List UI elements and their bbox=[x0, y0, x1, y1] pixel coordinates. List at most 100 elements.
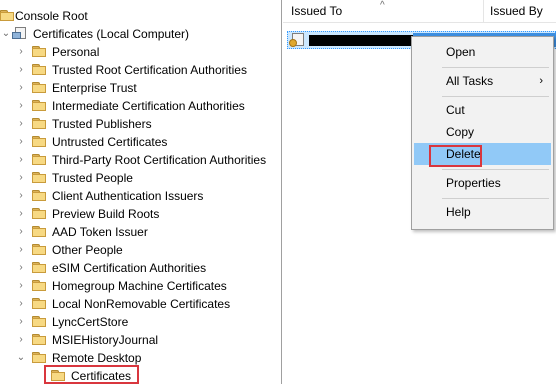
folder-icon bbox=[32, 172, 46, 183]
chevron-right-icon[interactable]: › bbox=[16, 280, 26, 292]
menu-item-open[interactable]: Open bbox=[414, 41, 551, 63]
column-issued-to[interactable]: Issued To bbox=[291, 3, 342, 19]
tree-item-label: Console Root bbox=[15, 9, 88, 23]
chevron-right-icon[interactable]: › bbox=[16, 298, 26, 310]
menu-item-properties[interactable]: Properties bbox=[414, 172, 551, 194]
chevron-right-icon[interactable]: › bbox=[16, 172, 26, 184]
menu-separator bbox=[442, 96, 549, 97]
column-issued-by[interactable]: Issued By bbox=[490, 3, 543, 19]
chevron-right-icon[interactable]: › bbox=[16, 190, 26, 202]
folder-icon bbox=[32, 280, 46, 291]
tree-item-label: AAD Token Issuer bbox=[52, 225, 148, 239]
chevron-right-icon[interactable]: › bbox=[16, 154, 26, 166]
tree-item-label: Trusted People bbox=[52, 171, 133, 185]
tree-item-store[interactable]: › Trusted People bbox=[0, 169, 281, 187]
chevron-right-icon[interactable]: › bbox=[16, 316, 26, 328]
menu-item-cut[interactable]: Cut bbox=[414, 99, 551, 121]
tree-item-label: Enterprise Trust bbox=[52, 81, 137, 95]
tree-item-store[interactable]: › LyncCertStore bbox=[0, 313, 281, 331]
chevron-right-icon[interactable]: › bbox=[16, 64, 26, 76]
folder-icon bbox=[32, 226, 46, 237]
folder-icon bbox=[32, 316, 46, 327]
selection-highlight-box bbox=[44, 365, 139, 384]
menu-item-help[interactable]: Help bbox=[414, 201, 551, 223]
column-divider[interactable] bbox=[483, 0, 484, 22]
folder-icon bbox=[32, 118, 46, 129]
tree-item-store[interactable]: › Intermediate Certification Authorities bbox=[0, 97, 281, 115]
tree-item-store[interactable]: › MSIEHistoryJournal bbox=[0, 331, 281, 349]
redacted-text bbox=[309, 35, 413, 46]
folder-icon bbox=[32, 136, 46, 147]
chevron-right-icon[interactable]: › bbox=[16, 136, 26, 148]
tree-item-label: Preview Build Roots bbox=[52, 207, 160, 221]
column-header-bar: ^ Issued To Issued By bbox=[283, 0, 556, 23]
menu-separator bbox=[442, 169, 549, 170]
tree-item-console-root[interactable]: Console Root bbox=[0, 7, 281, 25]
tree-item-label: Third-Party Root Certification Authoriti… bbox=[52, 153, 267, 167]
menu-item-copy[interactable]: Copy bbox=[414, 121, 551, 143]
menu-item-label: Properties bbox=[446, 176, 501, 190]
folder-icon bbox=[32, 244, 46, 255]
certificate-icon bbox=[289, 33, 305, 47]
menu-item-label: All Tasks bbox=[446, 74, 494, 88]
chevron-right-icon[interactable]: › bbox=[16, 82, 26, 94]
tree-item-store[interactable]: › Enterprise Trust bbox=[0, 79, 281, 97]
chevron-right-icon[interactable]: › bbox=[16, 118, 26, 130]
tree-item-store[interactable]: › Personal bbox=[0, 43, 281, 61]
folder-icon bbox=[32, 352, 46, 363]
folder-icon bbox=[0, 10, 14, 21]
certificate-store-icon bbox=[12, 27, 27, 40]
folder-icon bbox=[32, 262, 46, 273]
chevron-down-icon[interactable]: ⌄ bbox=[16, 352, 26, 364]
menu-item-all-tasks[interactable]: All Tasks › bbox=[414, 70, 551, 92]
tree-item-store[interactable]: › Preview Build Roots bbox=[0, 205, 281, 223]
tree-item-store[interactable]: › Other People bbox=[0, 241, 281, 259]
tree-item-store[interactable]: › AAD Token Issuer bbox=[0, 223, 281, 241]
tree-item-store[interactable]: › Trusted Publishers bbox=[0, 115, 281, 133]
menu-separator bbox=[442, 198, 549, 199]
console-tree[interactable]: Console Root ⌄ Certificates (Local Compu… bbox=[0, 0, 282, 384]
tree-item-store[interactable]: › Local NonRemovable Certificates bbox=[0, 295, 281, 313]
tree-item-store[interactable]: ⌄ Remote Desktop bbox=[0, 349, 281, 367]
tree-item-label: Certificates (Local Computer) bbox=[33, 27, 190, 41]
folder-icon bbox=[32, 208, 46, 219]
chevron-right-icon: › bbox=[539, 75, 543, 87]
folder-icon bbox=[32, 334, 46, 345]
chevron-right-icon[interactable]: › bbox=[16, 100, 26, 112]
folder-icon bbox=[32, 82, 46, 93]
menu-item-label: Open bbox=[446, 45, 476, 59]
chevron-down-icon[interactable]: ⌄ bbox=[1, 28, 11, 40]
tree-item-label: LyncCertStore bbox=[52, 315, 129, 329]
tree-item-label: Personal bbox=[52, 45, 100, 59]
tree-item-label: Local NonRemovable Certificates bbox=[52, 297, 231, 311]
tree-item-store[interactable]: › Third-Party Root Certification Authorit… bbox=[0, 151, 281, 169]
folder-icon bbox=[32, 100, 46, 111]
tree-item-label: Homegroup Machine Certificates bbox=[52, 279, 227, 293]
tree-item-label: Untrusted Certificates bbox=[52, 135, 168, 149]
tree-item-store[interactable]: › Untrusted Certificates bbox=[0, 133, 281, 151]
tree-item-remote-desktop-certificates[interactable]: Certificates bbox=[0, 367, 281, 384]
tree-item-store[interactable]: › Homegroup Machine Certificates bbox=[0, 277, 281, 295]
folder-icon bbox=[32, 46, 46, 57]
chevron-right-icon[interactable]: › bbox=[16, 334, 26, 346]
chevron-right-icon[interactable]: › bbox=[16, 46, 26, 58]
chevron-right-icon[interactable]: › bbox=[16, 244, 26, 256]
tree-item-certificates-local-computer[interactable]: ⌄ Certificates (Local Computer) bbox=[0, 25, 281, 43]
tree-item-label: Other People bbox=[52, 243, 123, 257]
tree-item-label: Trusted Root Certification Authorities bbox=[52, 63, 247, 77]
tree-item-store[interactable]: › Trusted Root Certification Authorities bbox=[0, 61, 281, 79]
chevron-right-icon[interactable]: › bbox=[16, 208, 26, 220]
chevron-right-icon[interactable]: › bbox=[16, 226, 26, 238]
tree-item-label: eSIM Certification Authorities bbox=[52, 261, 207, 275]
tree-item-label: Trusted Publishers bbox=[52, 117, 152, 131]
tree-item-label: MSIEHistoryJournal bbox=[52, 333, 159, 347]
tree-item-store[interactable]: › Client Authentication Issuers bbox=[0, 187, 281, 205]
menu-item-label: Help bbox=[446, 205, 471, 219]
menu-separator bbox=[442, 67, 549, 68]
tree-item-label: Remote Desktop bbox=[52, 351, 142, 365]
folder-icon bbox=[32, 298, 46, 309]
context-menu: Open All Tasks › Cut Copy Delete Propert… bbox=[411, 36, 554, 230]
tree-item-store[interactable]: › eSIM Certification Authorities bbox=[0, 259, 281, 277]
tree-item-label: Intermediate Certification Authorities bbox=[52, 99, 245, 113]
chevron-right-icon[interactable]: › bbox=[16, 262, 26, 274]
